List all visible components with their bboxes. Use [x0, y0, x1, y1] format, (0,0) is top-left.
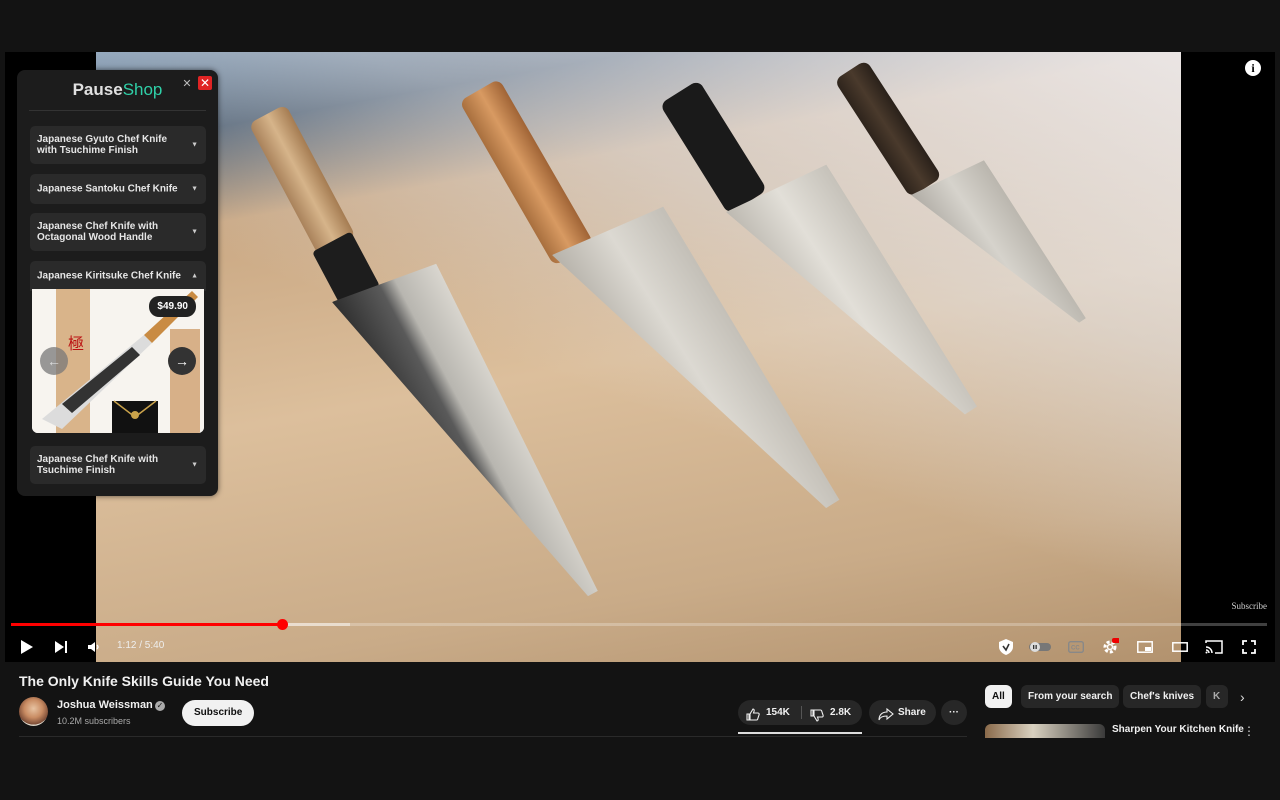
settings-gear-icon[interactable] [1099, 636, 1121, 658]
cast-icon[interactable] [1203, 636, 1225, 658]
collapse-icon[interactable]: ✕ [181, 78, 193, 90]
chip-chefs-knives[interactable]: Chef's knives [1123, 685, 1202, 708]
dislike-count[interactable]: 2.8K [830, 700, 851, 725]
like-count[interactable]: 154K [766, 700, 790, 725]
info-icon[interactable]: i [1245, 60, 1261, 76]
verified-check-icon: ✓ [155, 701, 165, 711]
divider [19, 736, 967, 737]
svg-text:極: 極 [68, 334, 84, 353]
product-item-3[interactable]: Japanese Chef Knife with Octagonal Wood … [30, 213, 206, 251]
video-frame[interactable] [96, 52, 1181, 662]
arrow-right-icon[interactable]: → [168, 347, 196, 375]
avatar[interactable] [19, 697, 48, 726]
subscribe-button[interactable]: Subscribe [182, 700, 255, 726]
divider [29, 110, 206, 111]
more-vert-icon[interactable]: ⋮ [1243, 724, 1255, 738]
shield-icon[interactable] [995, 636, 1017, 658]
progress-scrubber[interactable] [277, 619, 288, 630]
svg-text:CC: CC [1071, 646, 1080, 652]
pauseshop-panel: PauseShop ✕ ✕ Japanese Gyuto Chef Knife … [17, 70, 218, 496]
chevron-down-icon: ▼ [191, 461, 198, 469]
chevron-down-icon: ▼ [191, 228, 198, 236]
chip-more[interactable]: K [1206, 685, 1228, 708]
thumbs-up-icon[interactable] [746, 706, 760, 731]
arrow-left-icon[interactable]: ← [40, 347, 68, 375]
channel-name[interactable]: Joshua Weissman [57, 699, 153, 711]
divider [801, 706, 802, 719]
theater-mode-icon[interactable] [1169, 636, 1191, 658]
share-button[interactable]: Share [869, 700, 936, 725]
miniplayer-icon[interactable] [1134, 636, 1156, 658]
top-bar [0, 0, 1280, 52]
captions-icon[interactable]: CC [1065, 636, 1087, 658]
player-controls: 1:12 / 5:40 CC [5, 632, 1275, 662]
chevron-right-icon[interactable]: › [1240, 689, 1245, 705]
share-icon [878, 706, 894, 731]
chevron-down-icon: ▼ [191, 141, 198, 149]
close-icon[interactable]: ✕ [198, 76, 212, 90]
next-icon[interactable] [50, 636, 72, 658]
product-image[interactable]: 極 $49.90 ← → [32, 289, 204, 433]
video-title: The Only Knife Skills Guide You Need [19, 673, 269, 689]
progress-played [11, 623, 282, 626]
fullscreen-icon[interactable] [1238, 636, 1260, 658]
chip-all[interactable]: All [985, 685, 1012, 708]
volume-icon[interactable] [83, 636, 105, 658]
product-item-1[interactable]: Japanese Gyuto Chef Knife with Tsuchime … [30, 126, 206, 164]
subscribe-watermark[interactable]: Subscribe [1232, 601, 1268, 611]
chevron-up-icon: ▲ [191, 272, 198, 280]
like-ratio-bar [738, 732, 862, 734]
play-icon[interactable] [16, 636, 38, 658]
time-display: 1:12 / 5:40 [117, 640, 165, 651]
product-item-5[interactable]: Japanese Chef Knife with Tsuchime Finish… [30, 446, 206, 484]
subscriber-count: 10.2M subscribers [57, 716, 131, 726]
chip-from-your-search[interactable]: From your search [1021, 685, 1120, 708]
product-item-2[interactable]: Japanese Santoku Chef Knife ▼ [30, 174, 206, 204]
price-badge: $49.90 [149, 296, 196, 317]
autoplay-toggle-icon[interactable] [1027, 636, 1053, 658]
video-details: The Only Knife Skills Guide You Need Jos… [0, 662, 1280, 800]
recommended-video-title[interactable]: Sharpen Your Kitchen Knife [1112, 724, 1244, 735]
thumbs-down-icon[interactable] [810, 707, 824, 732]
like-dislike-group: 154K 2.8K [738, 700, 862, 725]
product-item-4[interactable]: Japanese Kiritsuke Chef Knife ▲ [30, 261, 206, 291]
chevron-down-icon: ▼ [191, 185, 198, 193]
more-actions-button[interactable]: ··· [941, 700, 967, 725]
recommended-thumbnail[interactable] [985, 724, 1105, 738]
